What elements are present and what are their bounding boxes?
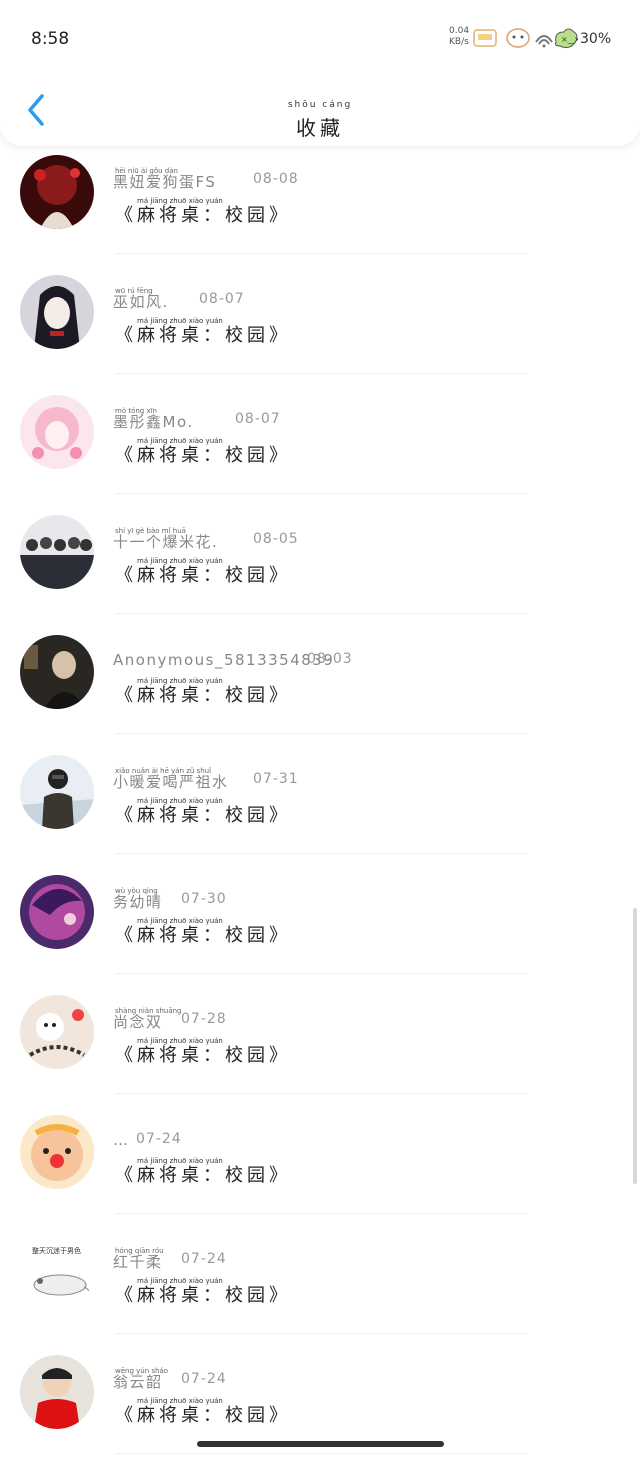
item-date: 08-08	[253, 171, 299, 187]
avatar[interactable]	[20, 635, 94, 709]
divider	[115, 1093, 528, 1094]
favorites-list: hēi niū ài gǒu dàn 黑妞爱狗蛋FS 08-08 má jiāng z…	[0, 150, 640, 1458]
user-name[interactable]: 小暖爱喝严祖水	[113, 771, 229, 792]
item-date: 07-24	[181, 1371, 227, 1387]
user-name[interactable]: 巫如风.	[113, 291, 169, 312]
net-speed-unit: KB/s	[449, 37, 469, 47]
divider	[115, 1213, 528, 1214]
divider	[115, 373, 528, 374]
favorite-title[interactable]: 《麻将桌：校园》	[115, 1401, 291, 1427]
user-name[interactable]: 墨彤鑫Mo.	[113, 411, 194, 432]
favorite-title[interactable]: 《麻将桌：校园》	[115, 681, 291, 707]
avatar[interactable]	[20, 155, 94, 229]
avatar[interactable]	[20, 1115, 94, 1189]
item-date: 07-28	[181, 1011, 227, 1027]
scrollbar[interactable]	[633, 908, 637, 1184]
avatar[interactable]: 整天沉迷于男色	[20, 1235, 94, 1309]
avatar[interactable]	[20, 1355, 94, 1429]
status-time: 8:58	[31, 29, 70, 49]
list-item[interactable]: Anonymous_5813354839 08-03 má jiāng zhuō x…	[0, 630, 640, 750]
favorite-title[interactable]: 《麻将桌：校园》	[115, 441, 291, 467]
user-name[interactable]: 十一个爆米花.	[113, 531, 218, 552]
item-date: 07-31	[253, 771, 299, 787]
avatar-image	[20, 1355, 94, 1429]
item-date: 07-30	[181, 891, 227, 907]
list-item[interactable]: wù yòu qíng 务幼晴 07-30 má jiāng zhuō xiào yu…	[0, 870, 640, 990]
svg-text:×‿×: ×‿×	[561, 35, 578, 44]
avatar[interactable]	[20, 995, 94, 1069]
home-indicator[interactable]	[197, 1441, 444, 1447]
net-speed-value: 0.04	[449, 26, 470, 36]
avatar-image	[20, 635, 94, 709]
item-date: 08-07	[235, 411, 281, 427]
item-date: 08-05	[253, 531, 299, 547]
user-name[interactable]: …	[113, 1131, 130, 1149]
avatar[interactable]	[20, 395, 94, 469]
list-item[interactable]: … 07-24 má jiāng zhuō xiào yuán 《麻将桌：校园》	[0, 1110, 640, 1230]
avatar-image	[20, 875, 94, 949]
item-date: 08-03	[307, 651, 353, 667]
list-item[interactable]: wū rú fēng 巫如风. 08-07 má jiāng zhuō xiào yu…	[0, 270, 640, 390]
list-item[interactable]: xiǎo nuǎn ài hē yán zǔ shuǐ 小暖爱喝严祖水 07-31 m…	[0, 750, 640, 870]
user-name[interactable]: 红千柔	[113, 1251, 163, 1272]
avatar-image	[20, 1115, 94, 1189]
divider	[115, 613, 528, 614]
avatar[interactable]	[20, 275, 94, 349]
avatar[interactable]	[20, 515, 94, 589]
avatar[interactable]	[20, 755, 94, 829]
favorite-title[interactable]: 《麻将桌：校园》	[115, 201, 291, 227]
item-date: 08-07	[199, 291, 245, 307]
avatar-image	[20, 515, 94, 589]
list-item[interactable]: shí yī gè bào mǐ huā 十一个爆米花. 08-05 má jiāng…	[0, 510, 640, 630]
avatar-image	[20, 395, 94, 469]
avatar-caption: 整天沉迷于男色	[32, 1246, 81, 1255]
battery-percentage: 30%	[580, 31, 612, 47]
favorite-title[interactable]: 《麻将桌：校园》	[115, 321, 291, 347]
list-item[interactable]: hēi niū ài gǒu dàn 黑妞爱狗蛋FS 08-08 má jiāng z…	[0, 150, 640, 270]
header: 8:58 0.04 KB/s ×‿× 30% shōu cáng 收藏	[0, 0, 640, 146]
divider	[115, 973, 528, 974]
favorite-title[interactable]: 《麻将桌：校园》	[115, 1161, 291, 1187]
divider	[115, 253, 528, 254]
user-name[interactable]: Anonymous_5813354839	[113, 651, 334, 669]
avatar-image	[20, 155, 94, 229]
user-name[interactable]: 黑妞爱狗蛋FS	[113, 171, 216, 192]
page-title-pinyin: shōu cáng	[287, 100, 353, 110]
status-decor-icon: ×‿×	[473, 28, 581, 49]
divider	[115, 853, 528, 854]
favorite-title[interactable]: 《麻将桌：校园》	[115, 1041, 291, 1067]
item-date: 07-24	[181, 1251, 227, 1267]
favorite-title[interactable]: 《麻将桌：校园》	[115, 561, 291, 587]
list-item[interactable]: 整天沉迷于男色 hóng qiān róu 红千柔 07-24 má jiāng zhu…	[0, 1230, 640, 1350]
list-item[interactable]: shàng niàn shuāng 尚念双 07-28 má jiāng zhuō x…	[0, 990, 640, 1110]
user-name[interactable]: 务幼晴	[113, 891, 163, 912]
favorite-title[interactable]: 《麻将桌：校园》	[115, 801, 291, 827]
favorite-title[interactable]: 《麻将桌：校园》	[115, 921, 291, 947]
status-icons: ×‿×	[472, 22, 581, 54]
avatar-image	[20, 275, 94, 349]
avatar[interactable]	[20, 875, 94, 949]
list-item[interactable]: mò tóng xīn 墨彤鑫Mo. 08-07 má jiāng zhuō xiào…	[0, 390, 640, 510]
net-speed: 0.04 KB/s	[449, 26, 469, 48]
page-title-wrap: shōu cáng 收藏	[0, 100, 640, 141]
favorite-title[interactable]: 《麻将桌：校园》	[115, 1281, 291, 1307]
avatar-image: 整天沉迷于男色	[20, 1235, 94, 1309]
divider	[115, 1333, 528, 1334]
item-date: 07-24	[136, 1131, 182, 1147]
divider	[115, 733, 528, 734]
divider	[115, 1453, 528, 1454]
user-name[interactable]: 翁云韶	[113, 1371, 163, 1392]
page-title: 收藏	[296, 116, 344, 140]
user-name[interactable]: 尚念双	[113, 1011, 163, 1032]
divider	[115, 493, 528, 494]
avatar-image	[20, 995, 94, 1069]
avatar-image	[20, 755, 94, 829]
